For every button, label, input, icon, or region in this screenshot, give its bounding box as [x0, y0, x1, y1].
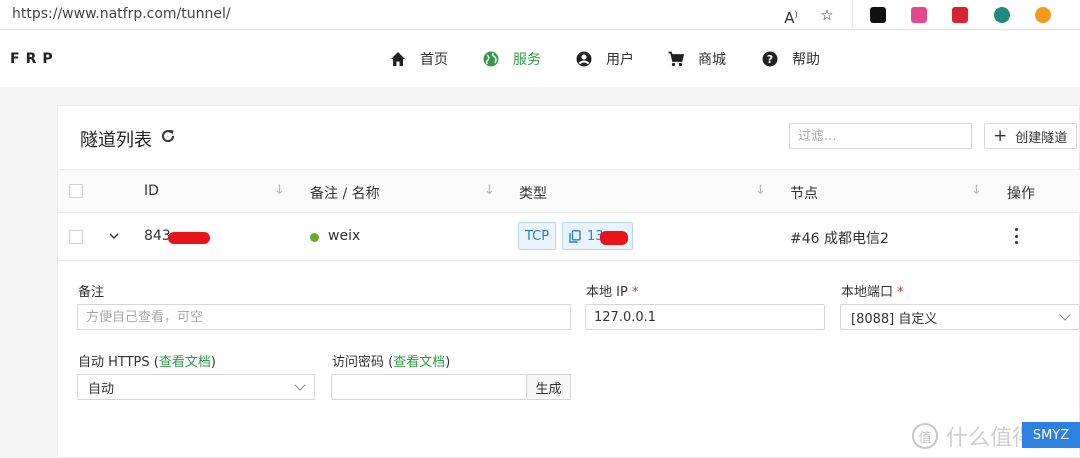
nav-help-label: 帮助: [792, 52, 820, 68]
site-logo[interactable]: FRP: [10, 51, 59, 67]
password-label: 访问密码 (查看文档): [332, 355, 451, 370]
nav-shop[interactable]: 商城: [668, 48, 726, 70]
user-icon: [576, 51, 592, 67]
url-field[interactable]: https://www.natfrp.com/tunnel/: [12, 6, 231, 22]
favorite-star-icon[interactable]: ☆: [818, 6, 836, 24]
nav-services-label: 服务: [513, 52, 541, 68]
plus-icon: +: [993, 125, 1008, 146]
svg-text:?: ?: [767, 53, 773, 66]
sort-arrow-icon[interactable]: ↓: [971, 183, 982, 198]
required-mark: *: [631, 285, 639, 300]
required-mark: *: [897, 285, 904, 300]
table-header: ID ↓ 备注 / 名称 ↓ 类型 ↓ 节点 ↓ 操作: [58, 169, 1080, 213]
https-label: 自动 HTTPS (查看文档): [78, 355, 216, 370]
tunnel-list-card: 隧道列表 + 创建隧道 ID ↓ 备注 / 名称 ↓ 类型 ↓ 节点 ↓ 操作 …: [57, 105, 1080, 458]
more-actions-icon[interactable]: [1014, 228, 1018, 244]
note-label: 备注: [78, 285, 105, 300]
extension-icon[interactable]: [870, 7, 886, 23]
top-navbar: FRP 首页 服务 用户 商城 ? 帮助: [0, 31, 1080, 87]
tunnel-name: weix: [328, 228, 361, 244]
watermark-badge: 值: [912, 423, 938, 449]
nav-shop-label: 商城: [698, 52, 726, 68]
table-row[interactable]: 843 weix TCP 13 #46 成都电信2: [58, 213, 1080, 261]
column-header-type[interactable]: 类型: [519, 183, 547, 203]
home-icon: [391, 52, 405, 66]
watermark-overlay: SMYZ: [1022, 422, 1080, 448]
local-ip-label: 本地 IP *: [586, 281, 638, 300]
read-aloud-icon[interactable]: A): [782, 6, 800, 27]
browser-address-bar: https://www.natfrp.com/tunnel/ A) ☆: [0, 0, 1080, 30]
column-header-actions: 操作: [1007, 186, 1035, 202]
calendar-extension-icon[interactable]: [952, 7, 968, 23]
tunnel-id: 843: [144, 228, 171, 244]
column-header-node[interactable]: 节点: [790, 183, 818, 203]
nav-user-label: 用户: [606, 52, 634, 68]
https-value: 自动: [88, 381, 115, 397]
password-docs-link[interactable]: 查看文档: [393, 355, 445, 370]
nav-help[interactable]: ? 帮助: [762, 48, 820, 70]
select-all-checkbox[interactable]: [69, 184, 83, 198]
page-title: 隧道列表: [80, 130, 152, 151]
toolbar-divider: [852, 0, 853, 30]
nav-user[interactable]: 用户: [576, 48, 634, 70]
chevron-down-icon: [1059, 309, 1071, 321]
local-port-label: 本地端口 *: [841, 281, 904, 300]
https-docs-link[interactable]: 查看文档: [159, 355, 211, 370]
refresh-icon[interactable]: [160, 128, 176, 144]
nav-home[interactable]: 首页: [390, 48, 448, 70]
https-select[interactable]: 自动: [77, 374, 315, 400]
chevron-down-icon: [294, 379, 306, 391]
type-badge: TCP: [518, 222, 557, 250]
local-ip-input[interactable]: [585, 304, 825, 330]
local-port-value: [8088] 自定义: [851, 311, 938, 327]
row-checkbox[interactable]: [69, 230, 83, 244]
password-input[interactable]: [331, 374, 527, 400]
download-extension-icon[interactable]: [994, 7, 1010, 23]
filter-input[interactable]: [789, 123, 972, 149]
local-ip-label-text: 本地 IP: [586, 285, 628, 300]
nav-home-label: 首页: [420, 52, 448, 68]
note-input[interactable]: [77, 304, 571, 330]
nav-services[interactable]: 服务: [483, 48, 541, 70]
copy-icon: [569, 229, 581, 243]
column-header-name[interactable]: 备注 / 名称: [310, 183, 380, 203]
cart-icon: [668, 51, 684, 67]
redaction-mark: [600, 231, 628, 245]
local-port-label-text: 本地端口: [841, 285, 894, 300]
translate-extension-icon[interactable]: [911, 7, 927, 23]
generate-button[interactable]: 生成: [527, 374, 571, 400]
create-tunnel-button[interactable]: + 创建隧道: [984, 123, 1077, 149]
sort-arrow-icon[interactable]: ↓: [484, 183, 495, 198]
node-name: #46 成都电信2: [790, 231, 889, 247]
local-port-select[interactable]: [8088] 自定义: [840, 304, 1080, 330]
sort-arrow-icon[interactable]: ↓: [755, 183, 766, 198]
https-label-text: 自动 HTTPS: [78, 355, 150, 370]
redaction-mark: [168, 232, 210, 244]
password-label-text: 访问密码: [332, 355, 385, 370]
create-tunnel-label: 创建隧道: [1015, 130, 1068, 146]
help-icon: ?: [762, 51, 778, 67]
expand-chevron-icon[interactable]: [108, 227, 120, 239]
settings-extension-icon[interactable]: [1035, 7, 1051, 23]
status-dot: [310, 233, 319, 242]
globe-icon: [483, 51, 499, 67]
column-header-id[interactable]: ID: [144, 183, 159, 199]
sort-arrow-icon[interactable]: ↓: [274, 183, 285, 198]
